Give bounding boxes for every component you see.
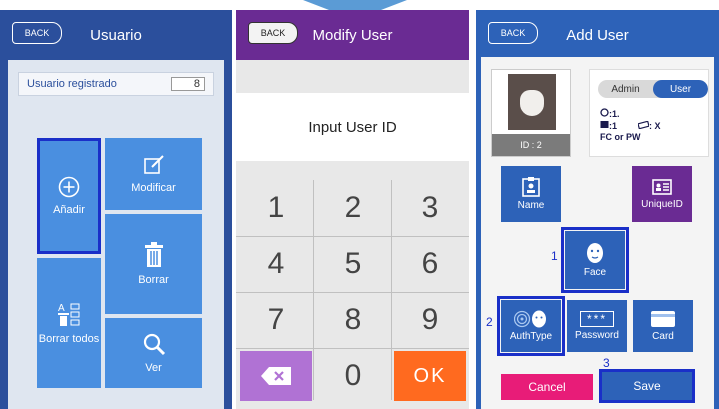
user-info-card: Admin User :1. :1 : X FC or PW [589, 69, 709, 157]
view-user-label: Ver [145, 362, 162, 374]
key-2[interactable]: 2 [317, 183, 389, 233]
plus-circle-icon [58, 176, 80, 198]
name-button[interactable]: Name [501, 166, 561, 222]
auth-mode: FC or PW [600, 132, 641, 142]
card-label: Card [652, 331, 674, 342]
edit-icon [143, 155, 164, 174]
password-mark: : X [649, 121, 661, 131]
back-button[interactable]: BACK [12, 22, 62, 44]
role-user-option[interactable]: User [653, 80, 708, 98]
key-1[interactable]: 1 [240, 183, 312, 233]
key-0[interactable]: 0 [317, 351, 389, 401]
password-label: Password [575, 330, 619, 341]
view-user-tile[interactable]: Ver [105, 318, 202, 388]
magnifier-icon [143, 333, 165, 356]
card-icon [651, 311, 675, 327]
delete-all-icon: A [58, 303, 80, 326]
cancel-button[interactable]: Cancel [501, 374, 593, 400]
key-4[interactable]: 4 [240, 239, 312, 289]
svg-text:A: A [58, 303, 65, 314]
unique-id-button[interactable]: UniqueID [632, 166, 692, 222]
key-7[interactable]: 7 [240, 295, 312, 345]
key-8[interactable]: 8 [317, 295, 389, 345]
page-title: Modify User [312, 26, 393, 44]
face-photo [508, 74, 556, 130]
password-button[interactable]: *** Password [567, 300, 627, 352]
unique-id-label: UniqueID [641, 199, 683, 210]
registered-users-count: 8 [171, 77, 205, 91]
face-label: Face [583, 267, 607, 278]
face-small-icon [600, 108, 609, 117]
face-icon [587, 243, 603, 263]
name-label: Name [517, 200, 545, 211]
delete-user-tile[interactable]: Borrar [105, 214, 202, 314]
add-user-label: Añadir [53, 204, 85, 216]
page-title: Usuario [90, 26, 142, 44]
id-badge-icon [522, 177, 540, 197]
auth-type-button[interactable]: AuthType [497, 296, 565, 356]
card-count: :1 [609, 121, 618, 131]
registered-users-label: Usuario registrado [27, 78, 117, 90]
user-id-input[interactable]: Input User ID [236, 93, 469, 161]
modify-user-screen: BACK Modify User Input User ID 1 2 3 4 5… [236, 10, 469, 409]
add-user-header: BACK Add User [476, 10, 719, 60]
fingerprint-face-icon [514, 310, 546, 328]
role-toggle[interactable]: Admin User [598, 80, 708, 98]
password-mask-icon: *** [579, 311, 614, 327]
back-button[interactable]: BACK [488, 22, 538, 44]
id-card-icon [652, 179, 672, 195]
trash-icon [144, 242, 163, 267]
modify-user-label: Modificar [131, 182, 176, 194]
delete-all-label: Borrar todos [38, 333, 100, 345]
save-button[interactable]: Save [599, 369, 695, 403]
step-number-2: 2 [486, 315, 493, 329]
delete-user-label: Borrar [138, 274, 169, 286]
key-6[interactable]: 6 [394, 239, 466, 289]
page-title: Add User [566, 26, 629, 44]
add-user-tile[interactable]: Añadir [37, 138, 101, 254]
face-button[interactable]: Face [561, 227, 629, 293]
modify-user-header: BACK Modify User [236, 10, 469, 60]
face-mask [520, 90, 544, 116]
auth-summary: :1. :1 : X FC or PW [600, 108, 661, 143]
usuario-header: BACK Usuario [0, 10, 232, 60]
backspace-key[interactable] [240, 351, 312, 401]
step-number-1: 1 [551, 249, 558, 263]
key-3[interactable]: 3 [394, 183, 466, 233]
key-9[interactable]: 9 [394, 295, 466, 345]
back-button[interactable]: BACK [248, 22, 298, 44]
card-button[interactable]: Card [633, 300, 693, 352]
photo-id-label: ID : 2 [492, 134, 570, 156]
key-5[interactable]: 5 [317, 239, 389, 289]
step-number-3: 3 [603, 356, 610, 370]
registered-users-row: Usuario registrado 8 [18, 72, 214, 96]
add-user-screen: BACK Add User ID : 2 Admin User :1. :1 : [476, 10, 719, 409]
modify-user-tile[interactable]: Modificar [105, 138, 202, 210]
role-admin-option[interactable]: Admin [598, 80, 653, 98]
card-small-icon [600, 121, 609, 128]
user-photo[interactable]: ID : 2 [491, 69, 571, 157]
ok-button[interactable]: OK [394, 351, 466, 401]
auth-type-label: AuthType [509, 331, 553, 342]
delete-all-tile[interactable]: A Borrar todos [37, 258, 101, 388]
pen-small-icon [637, 120, 650, 130]
face-count: :1. [609, 109, 620, 119]
backspace-icon [261, 367, 291, 385]
usuario-screen: BACK Usuario Usuario registrado 8 Añadir… [0, 10, 232, 409]
numeric-keypad: 1 2 3 4 5 6 7 8 9 0 OK [236, 180, 469, 409]
